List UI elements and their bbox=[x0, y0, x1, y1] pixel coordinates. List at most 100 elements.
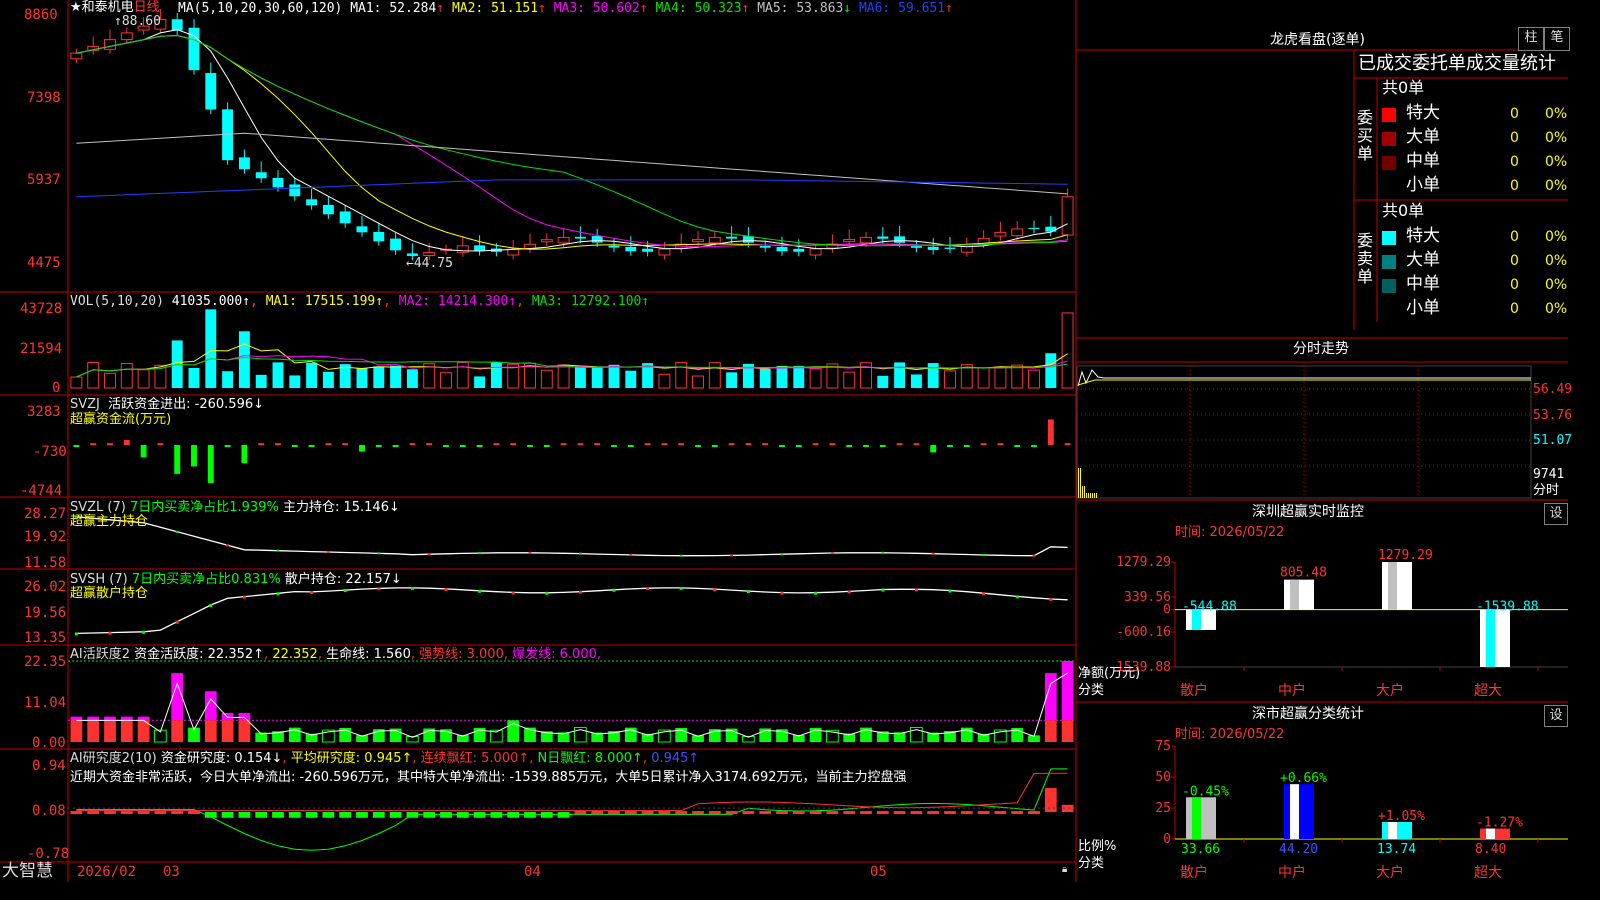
research-bar bbox=[540, 812, 553, 818]
candle-down bbox=[171, 19, 183, 31]
intraday-volume-bar bbox=[1084, 486, 1085, 498]
candle-up bbox=[692, 239, 704, 243]
bar-highlight bbox=[1290, 784, 1299, 839]
activity-bar-base bbox=[1044, 720, 1057, 742]
volume-bar-up bbox=[557, 364, 570, 389]
svzj-label: 活跃资金进出: -260.596↓ bbox=[108, 397, 265, 412]
svzl-net: 7日内买卖净占比1.939% bbox=[129, 500, 279, 515]
research-bar bbox=[658, 811, 671, 815]
fund-flow-bar bbox=[1047, 419, 1054, 445]
holding-dot bbox=[830, 552, 834, 555]
volume-bar-down bbox=[205, 309, 217, 388]
stock-name[interactable]: ★和泰机电 bbox=[70, 0, 134, 15]
sz-stats-settings-button[interactable]: 设 bbox=[1544, 705, 1568, 727]
y-tick: 3283 bbox=[27, 404, 61, 420]
holding-dot bbox=[242, 595, 246, 599]
research-bar bbox=[624, 811, 637, 815]
volume-bar-down bbox=[574, 367, 586, 388]
period-label[interactable]: 日线 bbox=[134, 0, 160, 15]
candle-down bbox=[373, 231, 385, 242]
data-label: +0.66% bbox=[1280, 771, 1327, 786]
lock-icon[interactable]: 🔒︎ bbox=[1062, 865, 1067, 875]
y-tick: 0 bbox=[52, 380, 61, 396]
research-bar bbox=[221, 812, 234, 818]
sz-stats-title: 深市超赢分类统计 bbox=[1252, 706, 1364, 722]
fund-flow-bar bbox=[375, 445, 382, 447]
fund-flow-bar bbox=[476, 445, 483, 447]
fund-flow-bar bbox=[426, 443, 433, 446]
activity-bar-high bbox=[221, 713, 234, 721]
fund-flow-bar bbox=[107, 443, 113, 446]
candle-up bbox=[960, 244, 973, 253]
research-bar bbox=[826, 811, 839, 815]
fund-flow-bar bbox=[779, 445, 785, 447]
research-bar bbox=[776, 811, 788, 815]
chart-canvas[interactable]: 1279.29339.560-600.16-1539.88-544.88散户80… bbox=[0, 0, 1568, 882]
svsh-subtitle: 超赢散户持仓 bbox=[70, 586, 149, 601]
research-bar bbox=[524, 812, 536, 818]
volume-bar-down bbox=[289, 375, 301, 388]
research-bar bbox=[994, 811, 1007, 815]
fund-flow-bar bbox=[157, 443, 164, 446]
y-tick: 19.92 bbox=[24, 529, 67, 545]
candle-down bbox=[625, 246, 637, 252]
category-swatch bbox=[1382, 279, 1396, 293]
research-bar bbox=[372, 812, 385, 818]
fund-flow-bar bbox=[1064, 443, 1071, 446]
volume-bar-down bbox=[776, 365, 788, 388]
holding-dot bbox=[1015, 595, 1019, 599]
svzl-label: 主力持仓: 15.146↓ bbox=[282, 500, 400, 515]
y-tick: 43728 bbox=[20, 301, 63, 317]
y-tick: 21594 bbox=[20, 341, 63, 357]
research-bar bbox=[305, 812, 318, 818]
research-bar bbox=[356, 812, 368, 818]
holding-dot bbox=[343, 589, 347, 593]
tick-view-button[interactable]: 笔 bbox=[1544, 27, 1570, 51]
bar-highlight bbox=[1388, 821, 1397, 839]
candle-up bbox=[70, 52, 83, 60]
holding-dot bbox=[982, 553, 986, 556]
research-bar bbox=[843, 811, 856, 815]
candle-up bbox=[860, 236, 872, 244]
data-label: -544.88 bbox=[1182, 600, 1237, 615]
volume-bar-down bbox=[877, 375, 889, 388]
y-tick-label: 75 bbox=[1155, 739, 1171, 754]
candle-down bbox=[1045, 226, 1057, 232]
ma2-arrow: ↑ bbox=[538, 1, 546, 16]
y-tick: 0.94 bbox=[32, 758, 66, 774]
volume-bar-down bbox=[188, 367, 200, 388]
y-tick: 28.27 bbox=[24, 506, 67, 522]
research-bar bbox=[70, 811, 83, 815]
y-tick: 7398 bbox=[27, 90, 61, 106]
holding-dot bbox=[629, 553, 633, 556]
research-bar bbox=[960, 811, 973, 815]
sz-stats-axis-label: 比例% bbox=[1078, 839, 1117, 854]
ai-active-legend: AI活跃度2 资金活跃度: 22.352↑, 22.352, 生命线: 1.56… bbox=[70, 647, 602, 662]
candle-down bbox=[910, 246, 922, 248]
svzl-title: SVZL (7) bbox=[70, 500, 126, 515]
fund-flow-bar bbox=[577, 443, 584, 446]
stats-value-label: 44.20 bbox=[1279, 842, 1318, 857]
category-count: 0 bbox=[1510, 130, 1519, 146]
research-bar bbox=[944, 811, 956, 815]
fund-flow-bar bbox=[90, 443, 97, 446]
sz-monitor-settings-button[interactable]: 设 bbox=[1544, 503, 1568, 525]
sz-monitor-title: 深圳超赢实时监控 bbox=[1252, 504, 1364, 520]
category-swatch bbox=[1382, 180, 1396, 194]
category-name: 小单 bbox=[1406, 298, 1440, 318]
holding-dot bbox=[612, 588, 616, 592]
volume-bar-down bbox=[272, 362, 284, 388]
bar-highlight bbox=[1290, 579, 1299, 610]
vol-title: VOL(5,10,20) bbox=[70, 294, 164, 309]
volume-bar-down bbox=[759, 368, 771, 388]
category-name: 中单 bbox=[1406, 274, 1440, 294]
category-swatch bbox=[1382, 132, 1396, 146]
volume-bar-down bbox=[793, 366, 805, 388]
ai-research-avg: 平均研究度: 0.945↑ bbox=[290, 751, 413, 766]
volume-bar-down bbox=[726, 372, 738, 388]
volume-bar-down bbox=[474, 376, 486, 388]
volume-bar-up bbox=[994, 366, 1007, 389]
bar-view-button[interactable]: 柱 bbox=[1518, 27, 1544, 51]
holding-dot bbox=[679, 554, 683, 557]
date-axis-label: 2026/02 bbox=[77, 864, 137, 880]
